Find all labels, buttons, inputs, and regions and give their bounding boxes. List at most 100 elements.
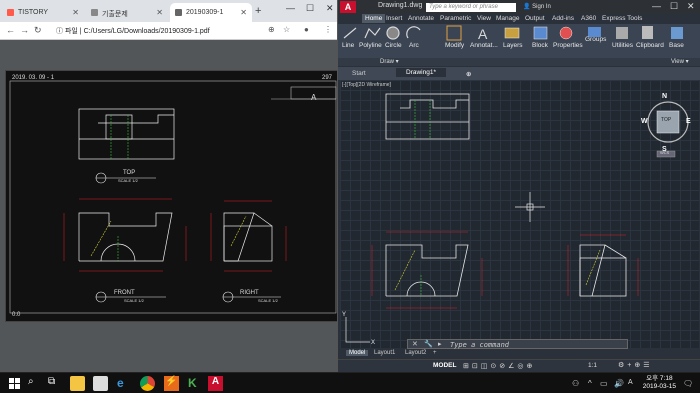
autocad-logo-icon[interactable]: A [340, 1, 356, 13]
ribbon-tab-a360[interactable]: A360 [581, 15, 596, 22]
reload-icon[interactable]: ↻ [34, 25, 42, 36]
viewcube-north[interactable]: N [662, 93, 667, 100]
tab-pdf[interactable]: 20190309-1 ✕ [170, 3, 252, 22]
close-command-icon[interactable]: ✕ [412, 340, 418, 348]
search-icon[interactable]: ⌕ [28, 376, 43, 391]
windows-start-icon[interactable] [7, 376, 22, 391]
viewcube-west[interactable]: W [641, 118, 648, 125]
autocad-window: A Drawing1.dwg Type a keyword or phrase … [337, 0, 700, 372]
wcs-menu[interactable]: WCS [660, 150, 669, 155]
bookmark-star-icon[interactable]: ☆ [283, 25, 290, 34]
scheme-label: 파일 [64, 28, 78, 35]
draw-panel-label[interactable]: Draw ▾ [380, 58, 399, 65]
polyline-button[interactable]: Polyline [359, 42, 382, 49]
close-tab-icon[interactable]: ✕ [240, 8, 247, 17]
viewcube-top-face[interactable]: TOP [661, 117, 671, 123]
command-input[interactable]: Type a command [450, 341, 509, 349]
close-tab-icon[interactable]: ✕ [72, 8, 79, 17]
close-window-button[interactable]: ✕ [326, 3, 334, 14]
arc-button[interactable]: Arc [409, 42, 419, 49]
ribbon-tab-view[interactable]: View [477, 15, 491, 22]
ribbon-tab-output[interactable]: Output [525, 15, 545, 22]
maximize-button[interactable]: ☐ [306, 3, 314, 14]
new-tab-button[interactable]: + [255, 5, 261, 17]
svg-text:X: X [371, 340, 375, 346]
task-view-icon[interactable]: ⧉ [48, 376, 63, 391]
url-field[interactable]: ⓘ 파일 | C:/Users/LG/Downloads/20190309-1.… [56, 26, 210, 36]
layers-button[interactable]: Layers [503, 42, 523, 49]
ribbon-icons: A [343, 25, 683, 42]
ribbon-panel-titles: Draw ▾ View ▾ [338, 58, 700, 66]
annotation-button[interactable]: Annotat... [470, 42, 498, 49]
ribbon-tab-insert[interactable]: Insert [386, 15, 402, 22]
command-prompt-icon: ▸ [438, 341, 442, 348]
sign-in-button[interactable]: 👤 Sign In [523, 3, 551, 10]
status-tools[interactable]: ⚙+⊕☰ [618, 361, 653, 369]
ribbon-tab-express-tools[interactable]: Express Tools [602, 15, 642, 22]
properties-tool-icon [559, 26, 573, 40]
chevron-up-icon[interactable]: ^ [588, 379, 592, 388]
system-clock[interactable]: 오후 7:18 2019-03-15 [643, 375, 676, 391]
volume-icon[interactable]: 🔊 [614, 379, 624, 388]
app-orange-icon[interactable]: ⚡ [164, 376, 179, 391]
tab-exam[interactable]: 기출문제 ✕ [86, 3, 168, 22]
acad-close-button[interactable]: ✕ [687, 1, 695, 12]
edge-icon[interactable]: e [117, 376, 132, 391]
mail-icon[interactable] [93, 376, 108, 391]
command-line[interactable]: ✕ 🔧 ▸ Type a command [407, 339, 628, 349]
block-button[interactable]: Block [532, 42, 548, 49]
view-panel-label[interactable]: View ▾ [671, 58, 689, 65]
model-space-button[interactable]: MODEL [433, 362, 456, 369]
tab-tistory[interactable]: TISTORY ✕ [2, 3, 84, 22]
wrench-icon[interactable]: 🔧 [424, 340, 433, 348]
close-tab-icon[interactable]: ✕ [156, 8, 163, 17]
ribbon-tab-manage[interactable]: Manage [496, 15, 520, 22]
clock-date: 2019-03-15 [642, 383, 676, 390]
acad-minimize-button[interactable]: — [652, 1, 661, 11]
zoom-icon[interactable]: ⊕ [268, 25, 275, 34]
annotation-scale[interactable]: 1:1 [588, 362, 597, 369]
layers-tool-icon [504, 27, 520, 39]
tab-label: TISTORY [18, 9, 49, 16]
tab-layout1[interactable]: Layout1 [374, 350, 395, 356]
crosshair-cursor [515, 192, 545, 222]
notification-icon[interactable]: 🗨 [683, 379, 693, 388]
utilities-button[interactable]: Utilities [612, 42, 633, 49]
groups-button[interactable]: Groups [585, 36, 606, 43]
chrome-icon[interactable] [140, 376, 155, 391]
status-bar: MODEL ⊞⊡◫⊙⊘∠◎⊕ 1:1 ⚙+⊕☰ [338, 359, 700, 372]
pdf-drawing-sheet: 2019. 03. 09 - 1 297 A TOP SCALE 1/2 FRO… [5, 70, 340, 322]
profile-avatar-icon[interactable]: ● [304, 25, 309, 34]
base-button[interactable]: Base [669, 42, 684, 49]
properties-button[interactable]: Properties [553, 42, 583, 49]
forward-icon[interactable]: → [20, 25, 29, 35]
keyword-search-input[interactable]: Type a keyword or phrase [426, 3, 516, 12]
app-green-icon[interactable]: K [188, 376, 203, 391]
ribbon-tab-parametric[interactable]: Parametric [440, 15, 471, 22]
tab-model[interactable]: Model [346, 350, 369, 356]
people-icon[interactable]: ⚇ [572, 379, 579, 388]
new-drawing-tab-icon[interactable]: ⊕ [466, 70, 471, 78]
tab-start[interactable]: Start [352, 70, 366, 77]
circle-button[interactable]: Circle [385, 42, 402, 49]
ribbon-tab-addins[interactable]: Add-ins [552, 15, 574, 22]
tab-layout2[interactable]: Layout2 [405, 350, 426, 356]
back-icon[interactable]: ← [6, 25, 15, 35]
ribbon-tab-home[interactable]: Home [362, 14, 386, 23]
ribbon-tab-annotate[interactable]: Annotate [408, 15, 434, 22]
network-icon[interactable]: ▭ [600, 379, 608, 388]
modify-button[interactable]: Modify [445, 42, 464, 49]
add-layout-icon[interactable]: + [433, 350, 437, 356]
minimize-button[interactable]: — [286, 3, 295, 13]
address-bar: ← → ↻ ⓘ 파일 | C:/Users/LG/Downloads/20190… [0, 22, 340, 40]
menu-kebab-icon[interactable]: ⋮ [324, 25, 332, 34]
ime-indicator[interactable]: A [628, 379, 633, 386]
file-explorer-icon[interactable] [70, 376, 85, 391]
autocad-taskbar-icon[interactable]: A [208, 376, 223, 391]
viewcube-east[interactable]: E [686, 118, 691, 125]
clipboard-button[interactable]: Clipboard [636, 42, 664, 49]
drafting-toggles[interactable]: ⊞⊡◫⊙⊘∠◎⊕ [463, 362, 535, 370]
acad-maximize-button[interactable]: ☐ [670, 1, 678, 12]
line-button[interactable]: Line [342, 42, 354, 49]
tab-drawing1[interactable]: Drawing1* [396, 68, 446, 77]
